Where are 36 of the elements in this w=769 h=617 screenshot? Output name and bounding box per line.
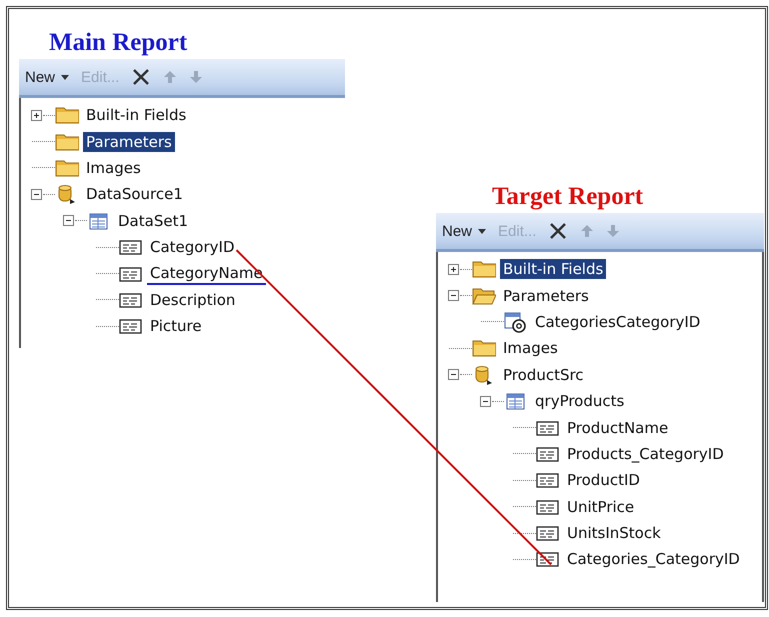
tree-item[interactable]: Parameters	[83, 132, 175, 152]
tree-item[interactable]: Description	[147, 290, 238, 310]
tree-item[interactable]: Picture	[147, 316, 205, 336]
tree-item[interactable]: Parameters	[500, 286, 592, 306]
caret-icon	[478, 228, 486, 234]
tree-item[interactable]: DataSet1	[115, 210, 191, 231]
tree-item[interactable]: UnitsInStock	[564, 523, 664, 544]
tree-item[interactable]: ProductSrc	[500, 364, 587, 385]
expand-icon[interactable]	[448, 264, 459, 275]
tree-item[interactable]: ProductName	[564, 418, 672, 438]
tree-item[interactable]: DataSource1	[83, 184, 186, 204]
new-button[interactable]: New	[442, 222, 486, 240]
tree-item[interactable]: Images	[500, 338, 561, 358]
delete-icon[interactable]	[548, 221, 568, 241]
tree-item[interactable]: UnitPrice	[564, 496, 638, 517]
new-button[interactable]: New	[25, 68, 70, 86]
collapse-icon[interactable]	[448, 369, 459, 380]
report-title: Main Report	[48, 28, 188, 58]
tree-item[interactable]: Built-in Fields	[83, 105, 190, 126]
collapse-icon[interactable]	[448, 290, 459, 302]
tree-item[interactable]: Categories_CategoryID	[564, 549, 743, 570]
tree-item[interactable]: CategoriesCategoryID	[532, 312, 704, 332]
tree-item[interactable]: ProductID	[564, 470, 643, 490]
tree-item[interactable]: Built-in Fields	[500, 259, 606, 280]
tree-item[interactable]: CategoryID	[147, 237, 238, 258]
tree-item[interactable]: qryProducts	[532, 391, 628, 412]
report-title: Target Report	[491, 182, 644, 212]
collapse-icon[interactable]	[31, 188, 42, 200]
expand-icon[interactable]	[31, 110, 42, 121]
collapse-icon[interactable]	[480, 396, 491, 407]
parameter-icon	[504, 310, 528, 333]
collapse-icon[interactable]	[63, 215, 74, 226]
tree-item[interactable]: Products_CategoryID	[564, 444, 727, 464]
caret-icon	[61, 74, 70, 80]
tree-item[interactable]: Images	[83, 158, 144, 178]
delete-icon[interactable]	[131, 67, 152, 87]
